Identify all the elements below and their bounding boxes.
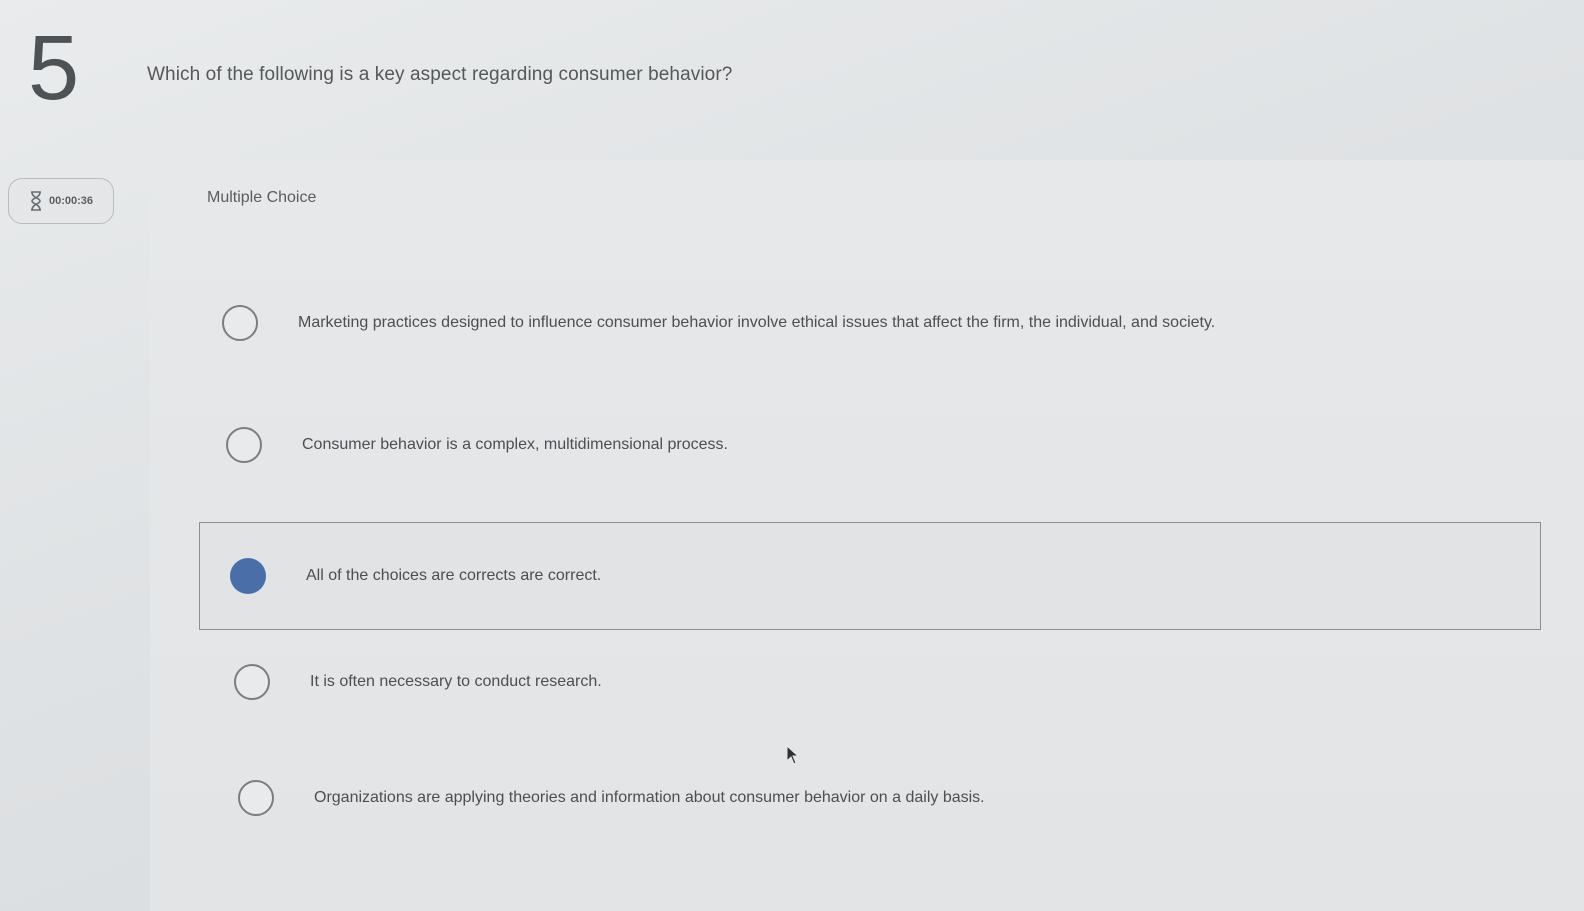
timer-value: 00:00:36 bbox=[48, 195, 94, 207]
answer-option-3[interactable]: All of the choices are corrects are corr… bbox=[199, 522, 1541, 630]
answer-option-label: Marketing practices designed to influenc… bbox=[298, 314, 1216, 331]
answer-option-label: Consumer behavior is a complex, multidim… bbox=[302, 436, 728, 453]
question-type-label: Multiple Choice bbox=[207, 189, 317, 206]
hourglass-icon bbox=[30, 191, 41, 211]
question-text: Which of the following is a key aspect r… bbox=[147, 64, 733, 85]
radio-button-3-selected[interactable] bbox=[230, 558, 266, 594]
answer-option-label: It is often necessary to conduct researc… bbox=[310, 673, 602, 690]
answer-option-1[interactable]: Marketing practices designed to influenc… bbox=[222, 303, 1522, 343]
radio-button-4[interactable] bbox=[234, 664, 270, 700]
timer: 00:00:36 bbox=[8, 178, 114, 224]
question-number: 5 bbox=[28, 17, 80, 119]
answer-option-label: Organizations are applying theories and … bbox=[314, 789, 985, 806]
answer-option-label: All of the choices are corrects are corr… bbox=[306, 567, 602, 584]
radio-button-5[interactable] bbox=[238, 780, 274, 816]
radio-button-2[interactable] bbox=[226, 427, 262, 463]
answer-option-4[interactable]: It is often necessary to conduct researc… bbox=[234, 662, 834, 702]
answer-option-5[interactable]: Organizations are applying theories and … bbox=[238, 778, 1138, 818]
answer-option-2[interactable]: Consumer behavior is a complex, multidim… bbox=[226, 425, 926, 465]
mouse-cursor-icon bbox=[786, 745, 800, 765]
radio-button-1[interactable] bbox=[222, 305, 258, 341]
